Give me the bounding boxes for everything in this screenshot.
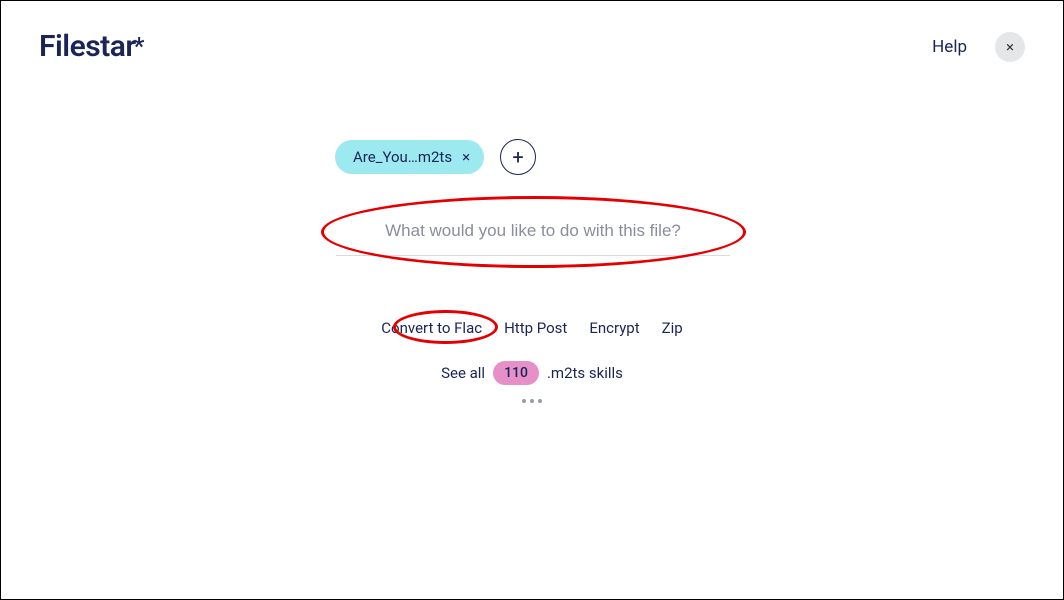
app-header: Filestar* Help ×: [1, 1, 1063, 64]
skill-zip[interactable]: Zip: [662, 319, 683, 337]
loading-dots: [1, 399, 1063, 403]
file-chip-label: Are_You…m2ts: [353, 148, 452, 166]
command-input-wrap: [336, 209, 730, 256]
brand-star: *: [134, 32, 144, 60]
command-input[interactable]: [336, 209, 730, 256]
help-link[interactable]: Help: [932, 37, 967, 57]
dot-icon: [538, 399, 542, 403]
plus-icon: +: [512, 145, 523, 169]
brand-logo: Filestar*: [39, 29, 144, 64]
skill-count-badge: 110: [493, 361, 539, 385]
add-file-button[interactable]: +: [500, 139, 536, 175]
see-all-prefix: See all: [441, 364, 485, 382]
see-all-suffix: .m2ts skills: [547, 364, 623, 382]
brand-name: Filestar: [39, 29, 136, 64]
close-button[interactable]: ×: [995, 32, 1025, 62]
remove-file-icon[interactable]: ×: [462, 150, 470, 165]
skill-convert-to-flac[interactable]: Convert to Flac: [381, 319, 482, 337]
header-right: Help ×: [932, 32, 1025, 62]
close-icon: ×: [1006, 38, 1014, 56]
see-all-row[interactable]: See all 110 .m2ts skills: [1, 361, 1063, 385]
skills-row: Convert to Flac Http Post Encrypt Zip: [1, 319, 1063, 337]
dot-icon: [522, 399, 526, 403]
file-chip[interactable]: Are_You…m2ts ×: [335, 140, 484, 174]
skill-encrypt[interactable]: Encrypt: [589, 319, 639, 337]
file-chips-row: Are_You…m2ts × +: [335, 139, 536, 175]
dot-icon: [530, 399, 534, 403]
skill-http-post[interactable]: Http Post: [504, 319, 567, 337]
